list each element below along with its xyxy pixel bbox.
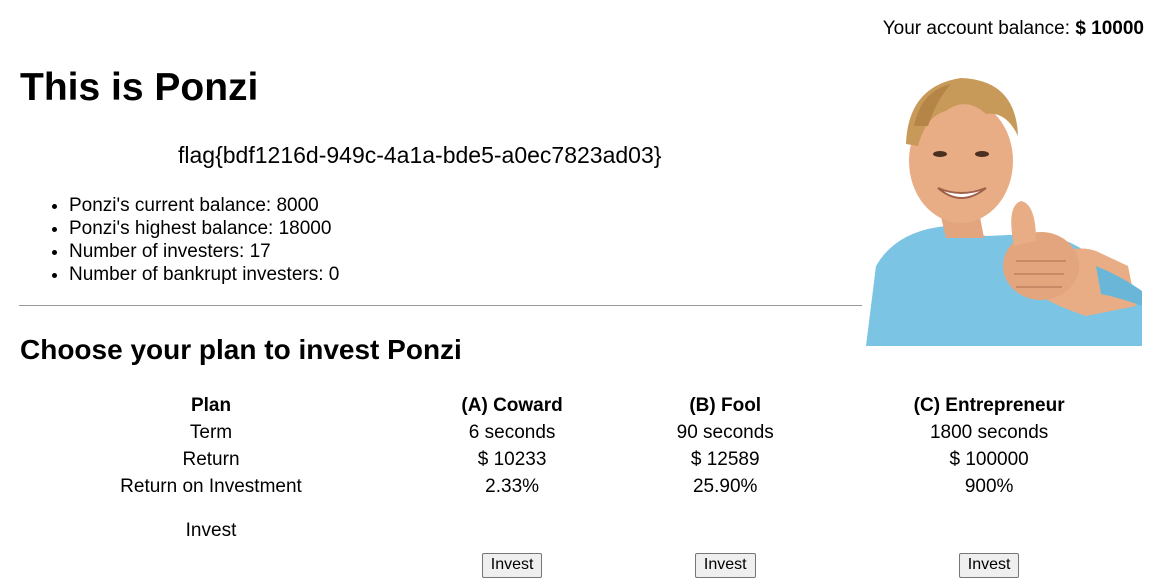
stat-investers: Number of investers: 17 xyxy=(69,240,339,263)
header-plan-a: (A) Coward xyxy=(461,394,563,416)
header-plan-c: (C) Entrepreneur xyxy=(913,394,1065,416)
stat-highest-balance: Ponzi's highest balance: 18000 xyxy=(69,217,339,240)
section-title: Choose your plan to invest Ponzi xyxy=(20,334,462,365)
cell: 25.90% xyxy=(692,475,758,497)
invest-button-b[interactable]: Invest xyxy=(694,552,756,578)
cell: $ 100000 xyxy=(949,448,1029,470)
table-row-term: Term 6 seconds 90 seconds 1800 seconds xyxy=(20,419,1150,446)
account-balance: Your account balance: $ 10000 xyxy=(883,18,1144,40)
ponzi-stats-list: Ponzi's current balance: 8000 Ponzi's hi… xyxy=(20,194,339,286)
table-row-return: Return $ 10233 $ 12589 $ 100000 xyxy=(20,446,1150,473)
cell: 2.33% xyxy=(485,475,540,497)
thumbs-up-man-illustration xyxy=(866,78,1142,346)
table-row-buttons: Invest Invest Invest xyxy=(20,550,1150,580)
invest-label: Invest xyxy=(185,520,237,541)
table-row-roi: Return on Investment 2.33% 25.90% 900% xyxy=(20,473,1150,500)
page-title: This is Ponzi xyxy=(20,66,259,109)
invest-button-c[interactable]: Invest xyxy=(958,552,1020,578)
header-plan: Plan xyxy=(190,394,232,416)
flag-text: flag{bdf1216d-949c-4a1a-bde5-a0ec7823ad0… xyxy=(178,142,662,168)
stat-bankrupt-investers: Number of bankrupt investers: 0 xyxy=(69,263,339,286)
row-label: Return xyxy=(182,448,240,470)
stat-current-balance: Ponzi's current balance: 8000 xyxy=(69,194,339,217)
table-header-row: Plan (A) Coward (B) Fool (C) Entrepreneu… xyxy=(20,392,1150,419)
balance-label: Your account balance: xyxy=(882,18,1071,39)
header-plan-b: (B) Fool xyxy=(689,394,762,416)
cell: 900% xyxy=(964,475,1014,497)
cell: $ 12589 xyxy=(690,448,760,470)
balance-value: $ 10000 xyxy=(1075,18,1144,39)
table-spacer xyxy=(20,500,1150,520)
cell: 6 seconds xyxy=(468,421,556,443)
cell: $ 10233 xyxy=(477,448,547,470)
divider xyxy=(19,305,862,306)
row-label: Term xyxy=(189,421,233,443)
invest-button-a[interactable]: Invest xyxy=(481,552,543,578)
plans-table: Plan (A) Coward (B) Fool (C) Entrepreneu… xyxy=(20,392,1150,580)
table-row-invest: Invest xyxy=(20,520,1150,550)
cell: 90 seconds xyxy=(676,421,774,443)
cell: 1800 seconds xyxy=(929,421,1049,443)
row-label: Return on Investment xyxy=(120,475,302,497)
thumbs-up-man-photo xyxy=(866,66,1142,346)
